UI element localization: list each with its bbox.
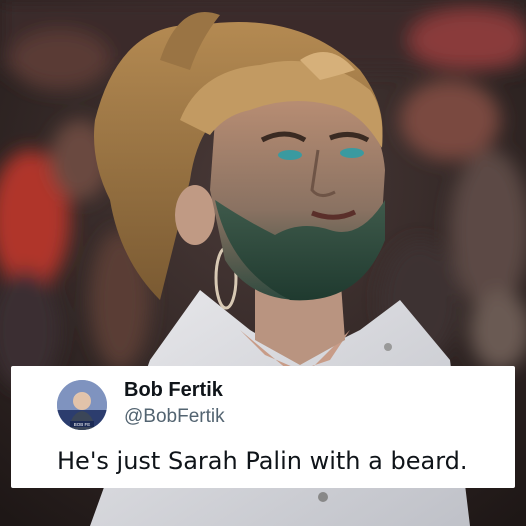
avatar-caption: BOB FE (74, 422, 91, 427)
tweet-text: He's just Sarah Palin with a beard. (57, 447, 468, 475)
avatar-portrait-icon: BOB FE (57, 380, 107, 430)
display-name[interactable]: Bob Fertik (124, 379, 223, 402)
meme-image: BOB FE Bob Fertik @BobFertik He's just S… (0, 0, 526, 526)
tweet-card: BOB FE Bob Fertik @BobFertik He's just S… (11, 366, 515, 488)
user-handle[interactable]: @BobFertik (124, 406, 225, 428)
avatar[interactable]: BOB FE (57, 380, 107, 430)
